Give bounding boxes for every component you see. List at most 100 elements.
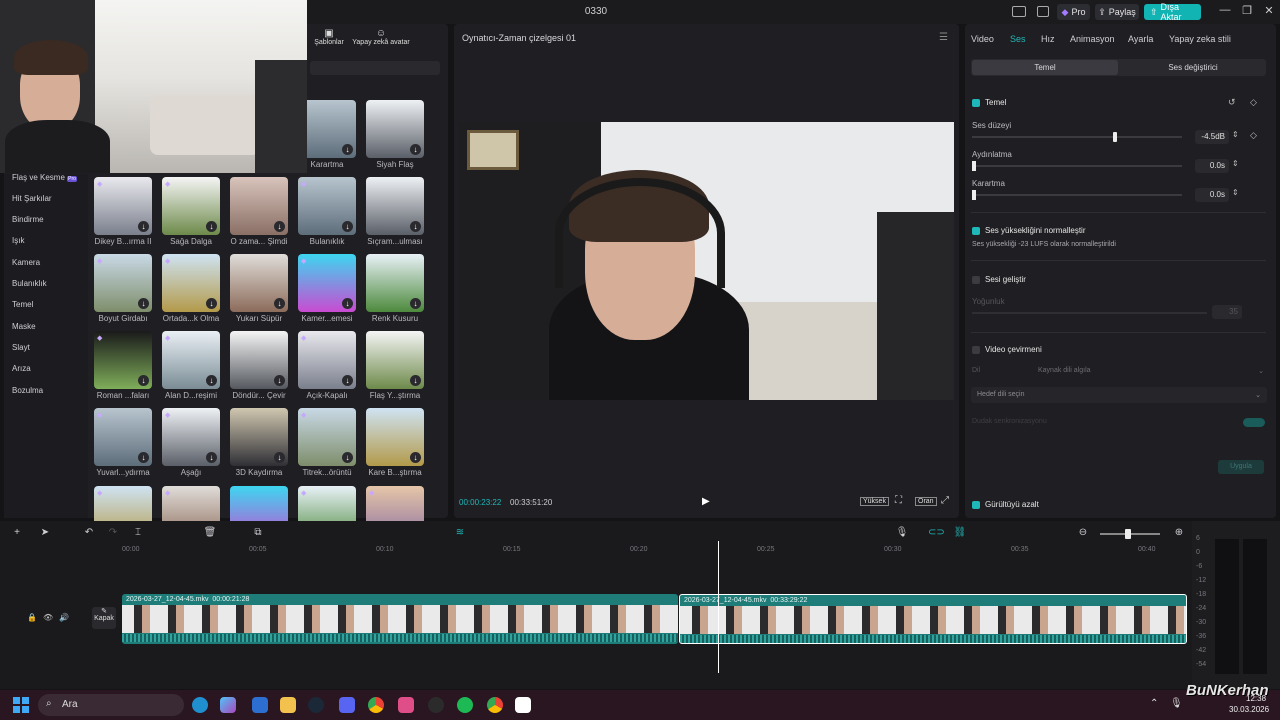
menu-icon[interactable] bbox=[1037, 6, 1049, 17]
download-icon[interactable]: ↓ bbox=[410, 144, 421, 155]
keyframe-icon[interactable]: ◇ bbox=[1250, 97, 1257, 108]
fade-out-value[interactable]: 0.0s bbox=[1195, 188, 1229, 202]
effect-thumbnail[interactable]: ↓ bbox=[366, 408, 424, 466]
volume-value[interactable]: -4.5dB bbox=[1195, 130, 1229, 144]
download-icon[interactable]: ↓ bbox=[342, 375, 353, 386]
nav-item-glitch[interactable]: Arıza bbox=[12, 364, 82, 373]
chrome-icon[interactable] bbox=[368, 697, 384, 713]
pro-button[interactable]: ◆ Pro bbox=[1057, 4, 1090, 20]
video-preview[interactable] bbox=[459, 122, 954, 400]
discord-icon[interactable] bbox=[339, 697, 355, 713]
apply-button[interactable]: Uygula bbox=[1218, 460, 1264, 474]
effect-thumbnail[interactable]: ◆↓ bbox=[94, 177, 152, 235]
download-icon[interactable]: ↓ bbox=[138, 375, 149, 386]
fade-in-stepper-icon[interactable]: ⇕ bbox=[1232, 159, 1239, 168]
play-icon[interactable]: ▶ bbox=[702, 496, 710, 507]
fade-out-handle[interactable] bbox=[972, 190, 976, 200]
intensity-value[interactable]: 35 bbox=[1212, 305, 1242, 319]
volume-stepper-icon[interactable]: ⇕ bbox=[1232, 130, 1239, 139]
maximize-icon[interactable]: ❐ bbox=[1238, 4, 1256, 20]
explorer-icon[interactable] bbox=[280, 697, 296, 713]
effect-thumbnail[interactable]: ◆↓ bbox=[94, 408, 152, 466]
tab-ai-style[interactable]: Yapay zeka stili bbox=[1169, 34, 1231, 44]
effect-thumbnail[interactable]: ↓ bbox=[230, 254, 288, 312]
volume-keyframe-icon[interactable]: ◇ bbox=[1250, 130, 1257, 141]
track-visibility-icon[interactable]: 👁 bbox=[43, 613, 53, 622]
video-clip[interactable]: 2026-03-27_12-04-45.mkv 00:00:21:28 bbox=[122, 594, 678, 644]
effect-thumbnail[interactable]: ↓ bbox=[366, 177, 424, 235]
download-icon[interactable]: ↓ bbox=[206, 375, 217, 386]
intensity-slider[interactable] bbox=[972, 312, 1207, 314]
tray-chevron-icon[interactable]: ⌃ bbox=[1150, 698, 1158, 709]
tab-video[interactable]: Video bbox=[971, 34, 994, 44]
download-icon[interactable]: ↓ bbox=[342, 221, 353, 232]
nav-item-light[interactable]: Işık bbox=[12, 236, 82, 245]
lip-sync-toggle[interactable] bbox=[1243, 418, 1265, 427]
quality-button[interactable]: Yüksek bbox=[860, 497, 889, 506]
cover-button[interactable]: ✎ Kapak bbox=[92, 607, 116, 629]
effect-thumbnail[interactable]: ↓ bbox=[366, 331, 424, 389]
ai-avatar-button[interactable]: ☺ Yapay zekâ avatar bbox=[348, 28, 414, 46]
store-icon[interactable] bbox=[252, 697, 268, 713]
effect-thumbnail[interactable]: ↓ bbox=[230, 408, 288, 466]
download-icon[interactable]: ↓ bbox=[342, 452, 353, 463]
subtab-basic[interactable]: Temel bbox=[972, 60, 1118, 75]
export-button[interactable]: ⇧ Dışa Aktar bbox=[1144, 2, 1201, 22]
nav-item-basic[interactable]: Temel bbox=[12, 300, 82, 309]
copilot-icon[interactable] bbox=[220, 697, 236, 713]
effect-thumbnail[interactable]: ↓ bbox=[366, 100, 424, 158]
spotify-icon[interactable] bbox=[457, 697, 473, 713]
normalize-checkbox[interactable] bbox=[972, 227, 980, 235]
download-icon[interactable]: ↓ bbox=[410, 452, 421, 463]
download-icon[interactable]: ↓ bbox=[206, 221, 217, 232]
reset-icon[interactable]: ↺ bbox=[1228, 97, 1236, 108]
obs-icon[interactable] bbox=[428, 697, 444, 713]
templates-button[interactable]: ▣ Şablonlar bbox=[310, 28, 348, 46]
app-icon[interactable] bbox=[398, 697, 414, 713]
source-language-select[interactable]: Kaynak dili algıla ⌄ bbox=[1038, 367, 1268, 375]
fade-in-handle[interactable] bbox=[972, 161, 976, 171]
effect-thumbnail[interactable]: ◆↓ bbox=[94, 331, 152, 389]
download-icon[interactable]: ↓ bbox=[206, 452, 217, 463]
effect-thumbnail[interactable]: ◆↓ bbox=[162, 408, 220, 466]
download-icon[interactable]: ↓ bbox=[274, 452, 285, 463]
track-audio-icon[interactable]: 🔊 bbox=[59, 613, 69, 622]
fullscreen-icon[interactable]: ⛶ bbox=[895, 495, 902, 506]
download-icon[interactable]: ↓ bbox=[274, 375, 285, 386]
tab-animation[interactable]: Animasyon bbox=[1070, 34, 1115, 44]
nav-item-mask[interactable]: Maske bbox=[12, 322, 82, 331]
tab-adjust[interactable]: Ayarla bbox=[1128, 34, 1153, 44]
nav-item-slide[interactable]: Slayt bbox=[12, 343, 82, 352]
subtab-voice-changer[interactable]: Ses değiştirici bbox=[1120, 60, 1266, 75]
nav-item-distortion[interactable]: Bozulma bbox=[12, 386, 82, 395]
nav-item-camera[interactable]: Kamera bbox=[12, 258, 82, 267]
capcut-icon[interactable] bbox=[515, 697, 531, 713]
download-icon[interactable]: ↓ bbox=[274, 221, 285, 232]
basic-checkbox[interactable] bbox=[972, 99, 980, 107]
steam-icon[interactable] bbox=[308, 697, 324, 713]
ratio-button[interactable]: Oran bbox=[915, 497, 937, 506]
fade-in-slider[interactable] bbox=[972, 165, 1182, 167]
windows-start-icon[interactable] bbox=[13, 697, 29, 713]
download-icon[interactable]: ↓ bbox=[410, 375, 421, 386]
effect-thumbnail[interactable]: ↓ bbox=[366, 254, 424, 312]
download-icon[interactable]: ↓ bbox=[410, 221, 421, 232]
tray-mic-icon[interactable]: 🎙 bbox=[1170, 698, 1183, 709]
effect-thumbnail[interactable]: ◆↓ bbox=[162, 331, 220, 389]
nav-item-hit-songs[interactable]: Hit Şarkılar bbox=[12, 194, 82, 203]
volume-slider-handle[interactable] bbox=[1112, 132, 1117, 142]
effect-thumbnail[interactable]: ◆↓ bbox=[298, 254, 356, 312]
player-menu-icon[interactable]: ☰ bbox=[939, 32, 948, 43]
effect-thumbnail[interactable]: ◆↓ bbox=[298, 408, 356, 466]
nav-item-flash-cut[interactable]: Flaş ve Kesme Pro bbox=[12, 173, 82, 182]
download-icon[interactable]: ↓ bbox=[138, 221, 149, 232]
fade-in-value[interactable]: 0.0s bbox=[1195, 159, 1229, 173]
enhance-checkbox[interactable] bbox=[972, 276, 980, 284]
edge-icon[interactable] bbox=[192, 697, 208, 713]
effect-thumbnail[interactable]: ↓ bbox=[230, 177, 288, 235]
fade-out-stepper-icon[interactable]: ⇕ bbox=[1232, 188, 1239, 197]
effect-thumbnail[interactable]: ◆↓ bbox=[162, 177, 220, 235]
download-icon[interactable]: ↓ bbox=[342, 144, 353, 155]
download-icon[interactable]: ↓ bbox=[138, 452, 149, 463]
playhead[interactable] bbox=[717, 541, 719, 673]
